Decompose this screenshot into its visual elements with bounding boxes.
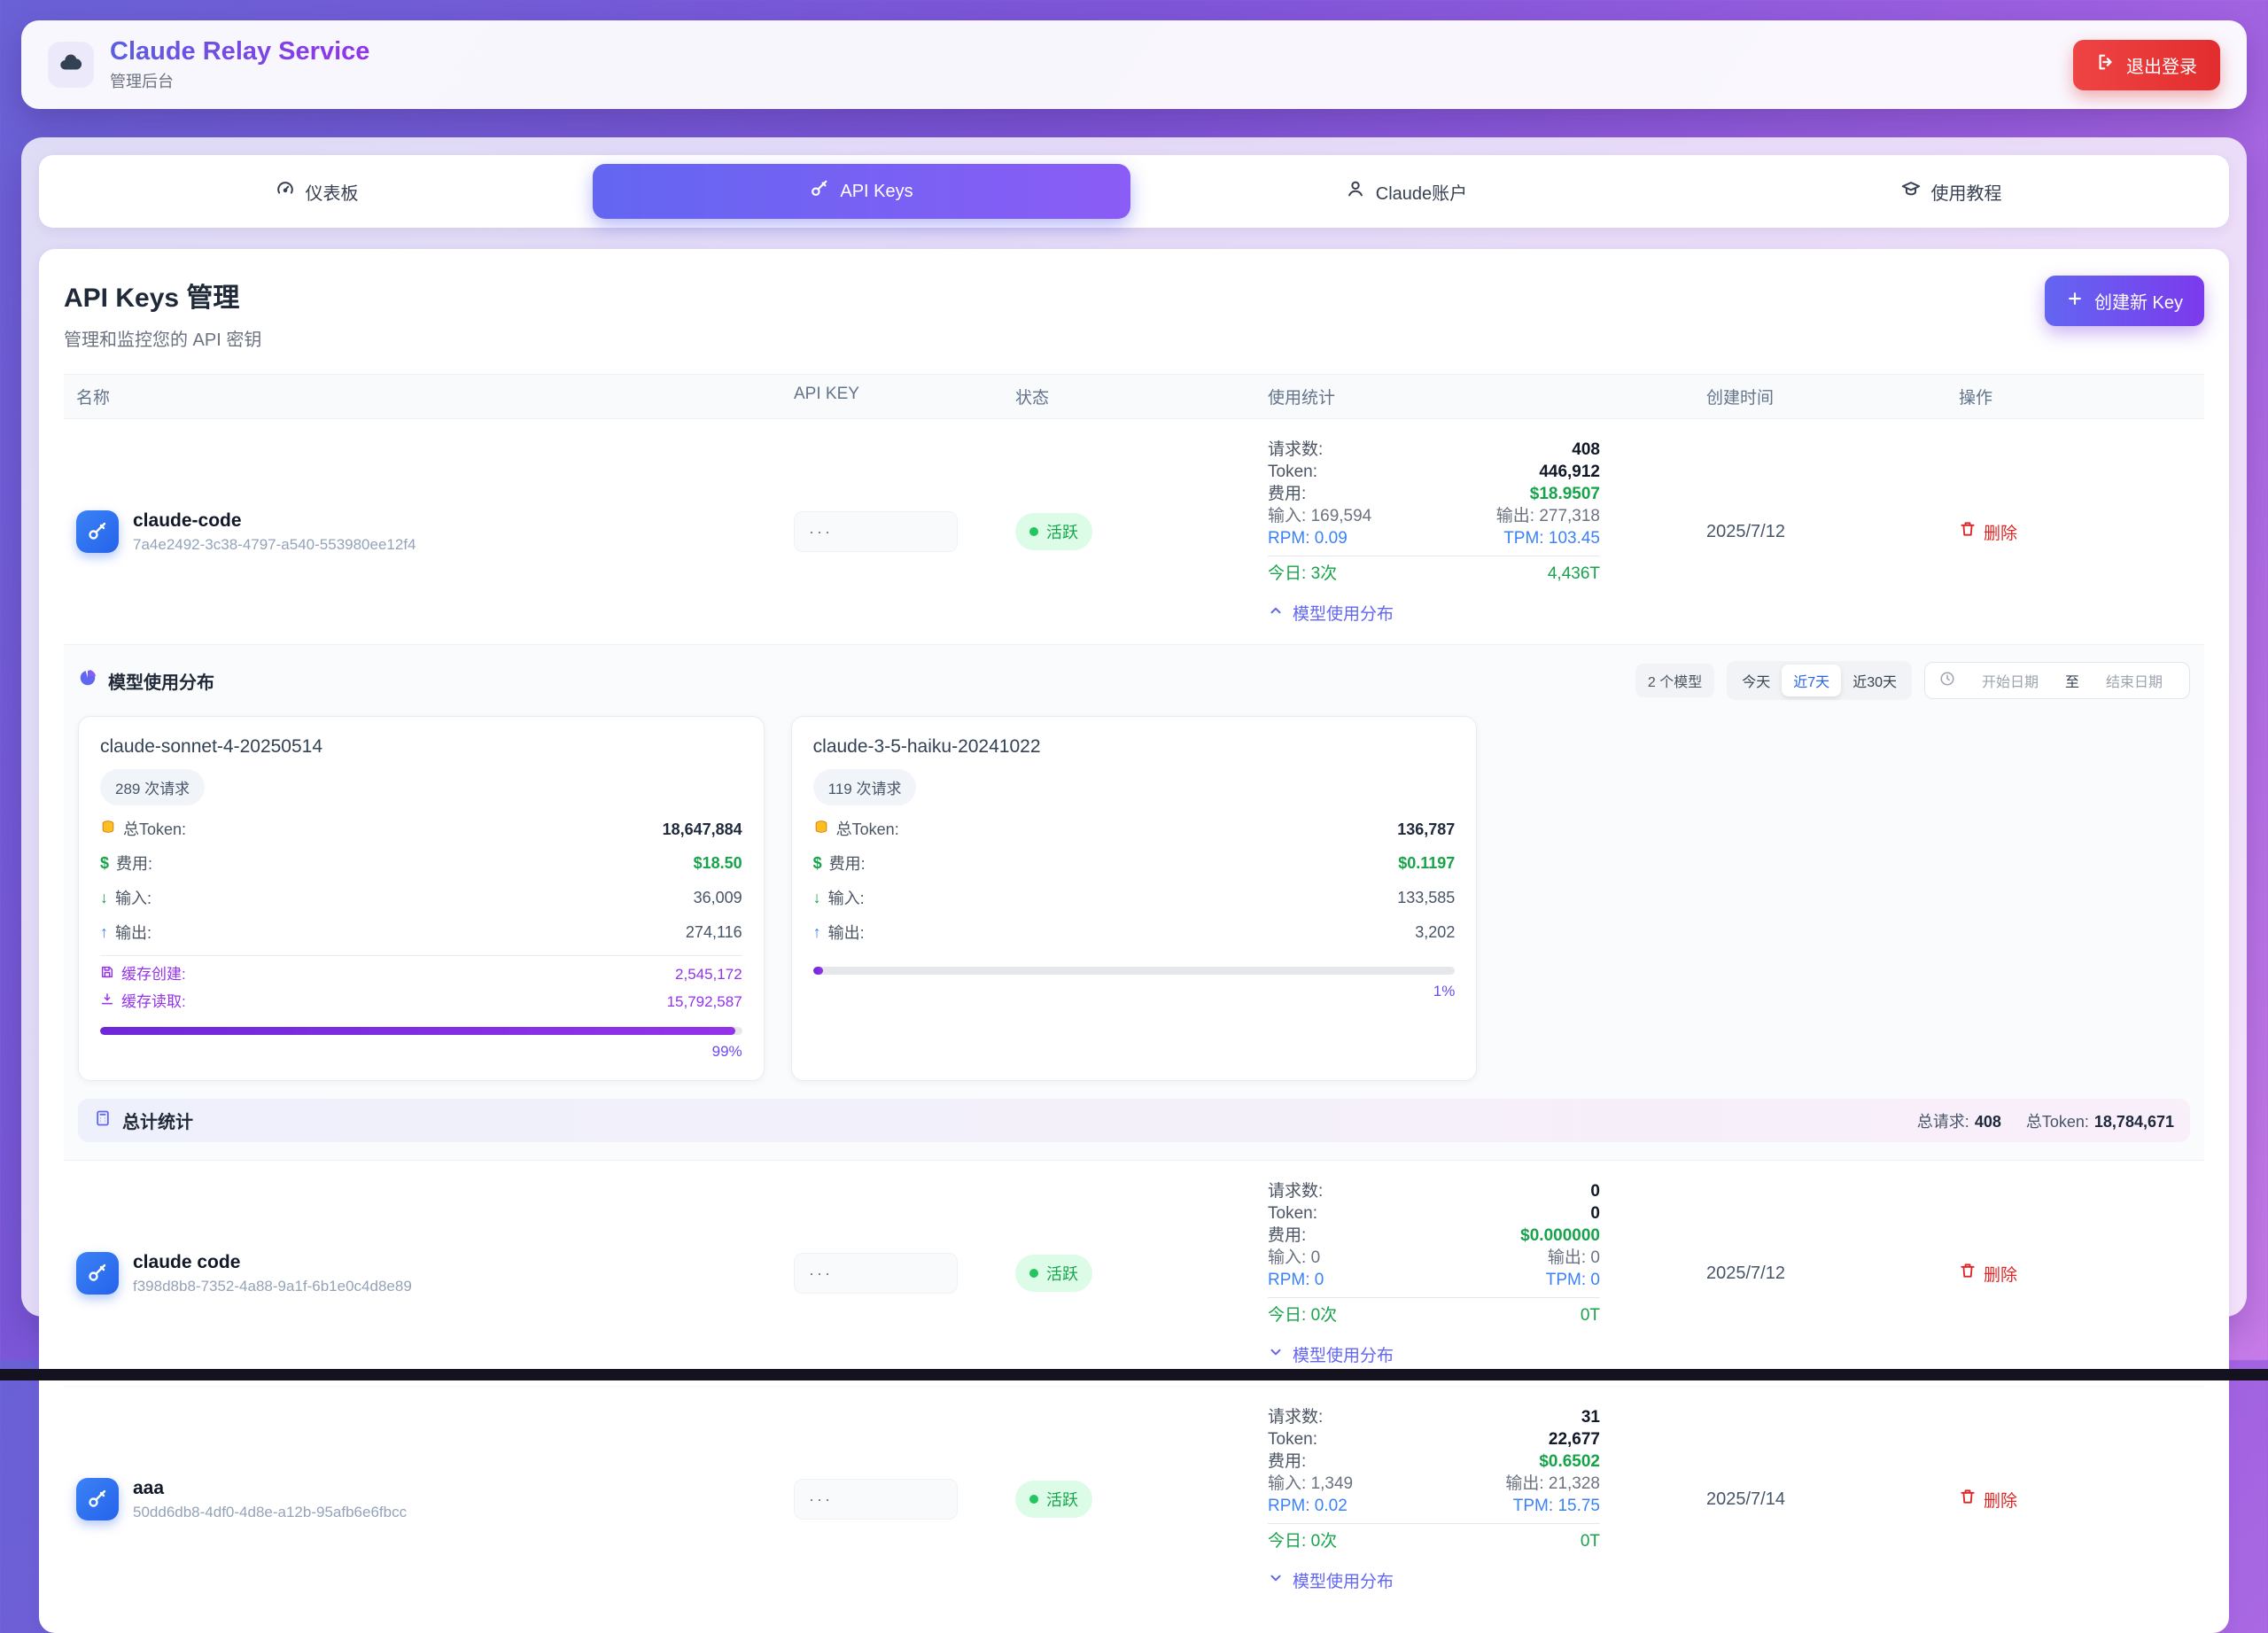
key-id: f398d8b8-7352-4a88-9a1f-6b1e0c4d8e89 [133, 1278, 412, 1295]
screen-bottom-edge [0, 1369, 2268, 1380]
delete-button[interactable]: 删除 [1959, 1262, 2192, 1286]
model-distribution-toggle[interactable]: 模型使用分布 [1268, 1568, 1600, 1592]
chevron-up-icon [1268, 603, 1284, 624]
table-row: claude code f398d8b8-7352-4a88-9a1f-6b1e… [64, 1161, 2204, 1387]
model-requests-badge: 289 次请求 [100, 769, 205, 805]
calculator-icon [94, 1109, 112, 1132]
plus-icon [2066, 290, 2084, 313]
chevron-down-icon [1268, 1570, 1284, 1591]
usage-progress-bar [100, 1027, 742, 1035]
range-today[interactable]: 今天 [1730, 665, 1782, 696]
gauge-icon [276, 179, 295, 204]
model-card: claude-3-5-haiku-20241022 119 次请求 总Token… [791, 716, 1478, 1081]
status-badge: 活跃 [1015, 1255, 1092, 1292]
tab-dashboard[interactable]: 仪表板 [48, 164, 586, 219]
usage-percent: 1% [813, 983, 1456, 1000]
page-title: API Keys 管理 [64, 276, 261, 315]
created-date: 2025/7/14 [1706, 1489, 1959, 1510]
tab-claude-account[interactable]: Claude账户 [1138, 164, 1675, 219]
tab-bar: 仪表板 API Keys Claude账户 使用教程 [39, 155, 2229, 228]
status-dot-icon [1029, 1269, 1038, 1278]
model-card: claude-sonnet-4-20250514 289 次请求 总Token:… [78, 716, 765, 1081]
pie-chart-icon [78, 668, 97, 693]
coins-icon [813, 819, 829, 839]
save-icon [100, 965, 114, 984]
totals-bar: 总计统计 总请求:408 总Token:18,784,671 [78, 1099, 2190, 1142]
model-name: claude-3-5-haiku-20241022 [813, 736, 1456, 758]
date-range-picker[interactable]: 开始日期 至 结束日期 [1924, 662, 2190, 699]
key-name: claude-code [133, 510, 416, 532]
arrow-down-icon: ↓ [813, 889, 821, 907]
time-range-segment: 今天 近7天 近30天 [1727, 661, 1912, 700]
dollar-icon: $ [100, 854, 109, 873]
api-keys-content: API Keys 管理 管理和监控您的 API 密钥 创建新 Key 名称 AP… [39, 249, 2229, 1633]
usage-stats: 请求数:408 Token:446,912 费用:$18.9507 输入: 16… [1268, 439, 1600, 625]
dollar-icon: $ [813, 854, 822, 873]
logout-button[interactable]: 退出登录 [2073, 40, 2220, 90]
arrow-down-icon: ↓ [100, 889, 108, 907]
main-panel: 仪表板 API Keys Claude账户 使用教程 API Keys 管理 管 [21, 137, 2247, 1317]
key-id: 50dd6db8-4df0-4d8e-a12b-95afb6e6fbcc [133, 1504, 407, 1521]
total-token: 总Token:18,784,671 [2026, 1109, 2174, 1132]
usage-stats: 请求数:31 Token:22,677 费用:$0.6502 输入: 1,349… [1268, 1406, 1600, 1592]
chevron-down-icon [1268, 1344, 1284, 1365]
coins-icon [100, 819, 116, 839]
logout-icon [2096, 52, 2116, 77]
app-logo [48, 42, 94, 88]
model-requests-badge: 119 次请求 [813, 769, 917, 805]
key-avatar-icon [76, 1478, 119, 1520]
clock-icon [1939, 671, 1955, 691]
created-date: 2025/7/12 [1706, 1264, 1959, 1284]
end-date-input[interactable]: 结束日期 [2093, 670, 2175, 691]
key-icon [810, 179, 829, 204]
created-date: 2025/7/12 [1706, 522, 1959, 542]
delete-button[interactable]: 删除 [1959, 1488, 2192, 1512]
model-distribution-toggle[interactable]: 模型使用分布 [1268, 1342, 1600, 1366]
usage-progress-bar [813, 967, 1456, 975]
download-icon [100, 992, 114, 1011]
key-avatar-icon [76, 510, 119, 553]
table-row: claude-code 7a4e2492-3c38-4797-a540-5539… [64, 419, 2204, 644]
user-icon [1346, 179, 1365, 204]
api-key-masked[interactable]: ··· [794, 1479, 958, 1520]
create-key-button[interactable]: 创建新 Key [2045, 276, 2204, 326]
app-title-block: Claude Relay Service 管理后台 [110, 37, 369, 92]
model-distribution-toggle[interactable]: 模型使用分布 [1268, 601, 1600, 625]
api-key-masked[interactable]: ··· [794, 1253, 958, 1294]
status-dot-icon [1029, 527, 1038, 536]
model-distribution-panel: 模型使用分布 2 个模型 今天 近7天 近30天 开始日期 至 [64, 644, 2204, 1161]
tab-tutorial[interactable]: 使用教程 [1682, 164, 2220, 219]
total-requests: 总请求:408 [1917, 1109, 2001, 1132]
app-title: Claude Relay Service [110, 37, 369, 66]
api-key-masked[interactable]: ··· [794, 511, 958, 552]
model-name: claude-sonnet-4-20250514 [100, 736, 742, 758]
key-avatar-icon [76, 1252, 119, 1295]
key-name: aaa [133, 1478, 407, 1499]
key-id: 7a4e2492-3c38-4797-a540-553980ee12f4 [133, 536, 416, 554]
tab-api-keys[interactable]: API Keys [593, 164, 1130, 219]
arrow-up-icon: ↑ [100, 923, 108, 942]
app-subtitle: 管理后台 [110, 69, 369, 92]
arrow-up-icon: ↑ [813, 923, 821, 942]
delete-button[interactable]: 删除 [1959, 520, 2192, 544]
app-header: Claude Relay Service 管理后台 退出登录 [21, 20, 2247, 109]
trash-icon [1959, 1262, 1977, 1285]
status-badge: 活跃 [1015, 513, 1092, 550]
model-count-badge: 2 个模型 [1635, 664, 1714, 697]
trash-icon [1959, 1488, 1977, 1511]
status-dot-icon [1029, 1495, 1038, 1504]
table-row: aaa 50dd6db8-4df0-4d8e-a12b-95afb6e6fbcc… [64, 1387, 2204, 1612]
range-7days[interactable]: 近7天 [1782, 665, 1841, 696]
usage-percent: 99% [100, 1043, 742, 1061]
cloud-icon [58, 50, 84, 81]
range-30days[interactable]: 近30天 [1841, 665, 1908, 696]
usage-stats: 请求数:0 Token:0 费用:$0.000000 输入: 0输出: 0 RP… [1268, 1180, 1600, 1366]
graduation-cap-icon [1901, 179, 1921, 204]
table-header: 名称 API KEY 状态 使用统计 创建时间 操作 [64, 374, 2204, 419]
key-name: claude code [133, 1252, 412, 1273]
trash-icon [1959, 520, 1977, 543]
page-subtitle: 管理和监控您的 API 密钥 [64, 325, 261, 351]
status-badge: 活跃 [1015, 1481, 1092, 1518]
start-date-input[interactable]: 开始日期 [1969, 670, 2051, 691]
